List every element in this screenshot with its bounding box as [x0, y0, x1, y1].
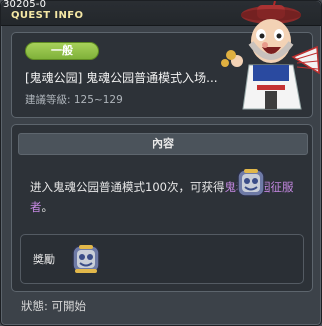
description-text: 进入鬼魂公园普通模式100次，可获得 — [30, 180, 225, 194]
quest-content-panel: 內容 进入鬼魂公园普通模式100次，可获得鬼魂公园征服者。 獎勵 — [11, 124, 313, 292]
quest-info-window: 30205-0 QUEST INFO 一般 [鬼魂公园] 鬼魂公园普通模式入场.… — [0, 0, 322, 326]
quest-name: [鬼魂公园] 鬼魂公园普通模式入场... — [25, 71, 218, 85]
quest-status: 狀態: 可開始 — [21, 299, 87, 313]
window-title: QUEST INFO — [11, 10, 84, 21]
recommended-level: 建議等級: 125~129 — [25, 94, 123, 106]
reward-box: 獎勵 — [20, 234, 304, 284]
medal-icon[interactable] — [234, 168, 268, 198]
npc-portrait-icon — [221, 1, 320, 110]
category-badge: 一般 — [25, 42, 99, 60]
reward-label: 獎勵 — [33, 253, 55, 266]
quest-id: 30205-0 — [3, 0, 47, 10]
description-suffix: 。 — [41, 200, 54, 214]
medal-icon[interactable] — [69, 242, 103, 276]
content-header: 內容 — [18, 133, 308, 155]
